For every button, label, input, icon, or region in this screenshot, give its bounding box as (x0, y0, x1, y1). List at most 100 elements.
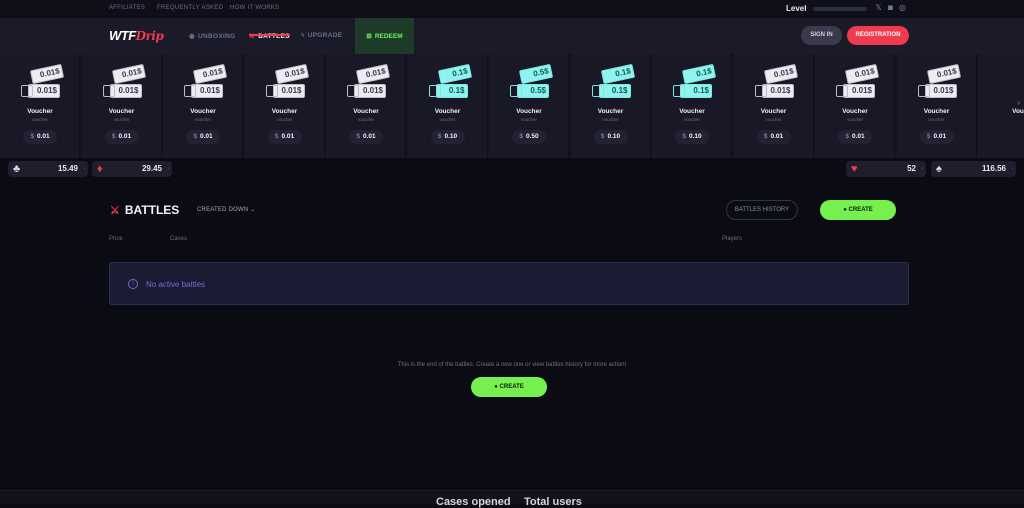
dollar-icon: $ (763, 133, 768, 140)
diamonds-icon: ♦ (97, 163, 103, 175)
dollar-icon: $ (926, 133, 931, 140)
level-progress-bar (813, 7, 867, 11)
dollar-icon: $ (193, 133, 197, 140)
dollar-icon: $ (437, 133, 442, 140)
voucher-image: 0.01$ 0.01$ (916, 63, 961, 103)
voucher-name: Voucher (190, 108, 216, 115)
gift-box-icon (836, 85, 848, 97)
sort-dropdown[interactable]: CREATED DOWN ⌄ (197, 206, 255, 213)
voucher-image: 0.01$ 0.01$ (345, 63, 391, 103)
voucher-subtitle: voucher (439, 117, 456, 122)
voucher-name: Voucher (760, 108, 787, 115)
voucher-name: Voucher (271, 108, 298, 115)
chevron-down-icon: ⌄ (250, 207, 256, 213)
sign-in-button[interactable]: SIGN IN (801, 26, 842, 45)
stat-value: 15.49 (57, 164, 78, 173)
x-icon[interactable]: 𝕏 (874, 3, 883, 12)
voucher-card[interactable]: 0.01$ 0.01$ Voucher voucher $0.01 (81, 54, 162, 158)
battles-heading: ⚔ BATTLES (110, 203, 180, 217)
voucher-image: 0.1$ 0.1$ (671, 63, 717, 103)
voucher-image: 0.1$ 0.1$ (590, 63, 635, 103)
gift-box-icon (184, 85, 196, 97)
voucher-ticket-back: 0.01$ (274, 63, 309, 85)
voucher-card[interactable]: 0.01$ 0.01$ Voucher voucher $0.01 (896, 54, 977, 158)
total-users-label: Total users (524, 496, 582, 508)
site-logo[interactable]: WTFDrip (109, 28, 164, 43)
voucher-price: $0.01 (104, 130, 139, 144)
voucher-ticket-back: 0.01$ (111, 63, 146, 85)
clubs-icon: ♣ (13, 163, 21, 175)
voucher-image: 0.01$ 0.01$ (101, 63, 146, 103)
instagram-icon[interactable]: ◎ (898, 3, 907, 12)
empty-battles-alert: i No active battles (109, 262, 909, 305)
gift-icon: ⊞ (366, 33, 372, 40)
voucher-subtitle: voucher (683, 117, 700, 122)
stat-hearts: ♥ 52 › (846, 161, 926, 177)
dollar-icon: $ (600, 133, 605, 140)
voucher-name: Voucher (923, 108, 950, 115)
affiliates-link[interactable]: AFFILIATES (109, 5, 145, 11)
voucher-card[interactable]: 0.1$ 0.1$ Voucher voucher $0.10 (652, 54, 732, 158)
create-battle-button-bottom[interactable]: ● CREATE (471, 377, 547, 397)
voucher-name: Voucher (516, 108, 542, 115)
end-of-battles-message: This is the end of the battles. Create a… (397, 362, 627, 368)
registration-button[interactable]: REGISTRATION (847, 26, 909, 45)
voucher-price: $0.10 (593, 130, 628, 144)
stat-clubs: ♣ 15.49 › (8, 161, 88, 177)
voucher-card[interactable]: 0.5$ 0.5$ Voucher voucher $0.50 (489, 54, 569, 158)
chevron-right-icon: › (1011, 166, 1013, 172)
voucher-ticket-back: 0.01$ (192, 63, 228, 85)
discord-icon[interactable]: ◙ (886, 3, 895, 12)
strip-scroll-right-icon[interactable]: › (1017, 98, 1020, 107)
voucher-image: 0.01$ 0.01$ (753, 63, 798, 103)
voucher-card[interactable]: 0.01$ 0.01$ Voucher voucher $0.01 (733, 54, 814, 158)
gift-box-icon (510, 85, 522, 97)
stat-value: 116.56 (981, 164, 1006, 173)
create-battle-button[interactable]: ● CREATE (820, 200, 896, 220)
voucher-ticket-back: 0.5$ (518, 63, 554, 85)
faq-link[interactable]: FREQUENTLY ASKED (157, 5, 223, 11)
gift-box-icon (347, 85, 359, 97)
column-price: Price (109, 236, 123, 242)
voucher-image: 0.01$ 0.01$ (834, 63, 880, 103)
voucher-price: $0.01 (756, 130, 791, 144)
chevron-right-icon: › (83, 166, 85, 172)
footer-stats-peek: Cases opened Total users (0, 490, 1024, 508)
voucher-price: $0.01 (919, 130, 954, 144)
level-label: Level (786, 4, 807, 13)
how-it-works-link[interactable]: HOW IT WORKS (230, 5, 280, 11)
info-icon: i (128, 279, 138, 289)
chevron-right-icon: › (167, 166, 169, 172)
gift-box-icon (673, 85, 685, 97)
voucher-name: Voucher (27, 108, 53, 115)
voucher-ticket-back: 0.1$ (681, 63, 717, 85)
voucher-card[interactable]: 0.01$ 0.01$ Voucher voucher $0.01 (244, 54, 325, 158)
voucher-card[interactable]: 0.1$ 0.1$ Voucher voucher $0.10 (570, 54, 651, 158)
voucher-subtitle: voucher (520, 117, 537, 122)
battles-history-button[interactable]: BATTLES HISTORY (726, 200, 798, 220)
dollar-icon: $ (274, 133, 279, 140)
voucher-image: 0.01$ 0.01$ (182, 63, 228, 103)
voucher-card[interactable]: 0.01$ 0.01$ Voucher voucher $0.01 (815, 54, 895, 158)
gift-box-icon (21, 85, 33, 97)
hearts-icon: ♥ (851, 163, 858, 175)
stat-spades: ♠ 116.56 › (931, 161, 1016, 177)
voucher-card[interactable]: 0.01$ 0.01$ Voucher voucher $0.01 (163, 54, 243, 158)
gift-box-icon (754, 85, 767, 97)
nav-upgrade[interactable]: ϟ UPGRADE (301, 32, 342, 39)
chevron-right-icon: › (921, 166, 923, 172)
redeem-button[interactable]: ⊞ REDEEM (355, 18, 414, 54)
nav-unboxing[interactable]: ◉ UNBOXING (189, 32, 235, 41)
voucher-ticket-back: 0.01$ (355, 63, 391, 85)
voucher-card[interactable]: 0.1$ 0.1$ Voucher voucher $0.10 (407, 54, 488, 158)
voucher-price: $0.10 (675, 130, 709, 144)
voucher-card[interactable]: 0.01$ 0.01$ Voucher voucher $0.01 (0, 54, 80, 158)
voucher-card[interactable]: 0.01$ 0.01$ Voucher voucher $0.01 (326, 54, 406, 158)
top-utility-bar: AFFILIATES FREQUENTLY ASKED HOW IT WORKS… (0, 0, 1024, 18)
active-tab-indicator (249, 34, 290, 36)
dollar-icon: $ (682, 133, 686, 140)
voucher-ticket-back: 0.01$ (926, 63, 961, 85)
plus-circle-icon: ● (843, 207, 847, 213)
stat-value: 52 (907, 164, 916, 173)
voucher-name: Voucher (434, 108, 461, 115)
